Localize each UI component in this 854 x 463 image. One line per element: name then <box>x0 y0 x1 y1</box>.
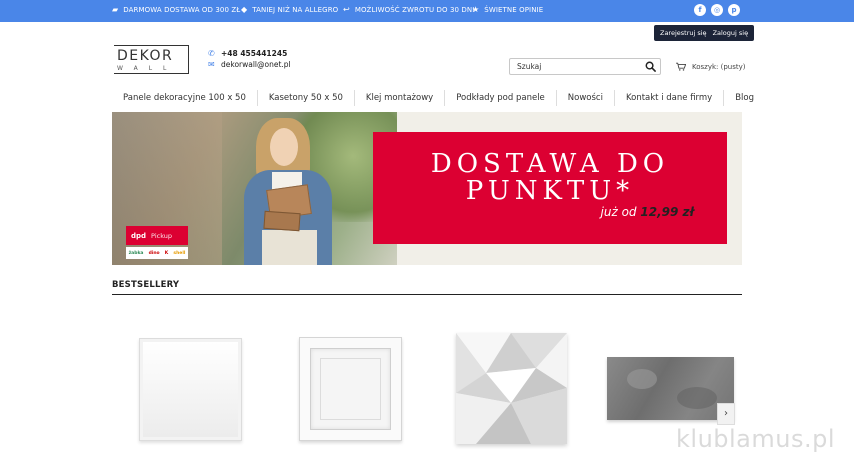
promo-price: 12,99 zł <box>640 205 694 219</box>
contact-phone[interactable]: ✆ +48 455441245 <box>208 49 287 58</box>
nav-item-blog[interactable]: Blog <box>723 90 765 106</box>
product-card[interactable] <box>456 333 567 444</box>
register-link[interactable]: Zarejestruj się <box>657 29 710 37</box>
promo-price-line: już od 12,99 zł <box>601 205 694 219</box>
nav-item-panele[interactable]: Panele dekoracyjne 100 x 50 <box>112 90 257 106</box>
banner-photo: dpd Pickup żabka dino K shell <box>112 112 397 265</box>
concrete-texture <box>677 387 717 409</box>
product-card[interactable] <box>139 338 242 441</box>
nav-item-kontakt[interactable]: Kontakt i dane firmy <box>613 90 723 106</box>
product-image-inner <box>320 358 381 420</box>
promo-box: DOSTAWA DO PUNKTU* już od 12,99 zł <box>373 132 727 244</box>
perk-label: DARMOWA DOSTAWA OD 300 ZŁ <box>123 6 241 14</box>
contact-email[interactable]: ✉ dekorwall@onet.pl <box>208 60 291 69</box>
photo-skirt <box>262 230 317 265</box>
search-input[interactable] <box>517 61 637 72</box>
partner-dino-logo: dino <box>148 250 160 256</box>
logo-line2: WALL <box>117 65 178 72</box>
auth-box: Zarejestruj się Zaloguj się <box>654 25 755 41</box>
nav-item-kasetony[interactable]: Kasetony 50 x 50 <box>256 90 354 106</box>
phone-icon: ✆ <box>208 49 215 58</box>
tag-icon: ◆ <box>241 5 248 14</box>
nav-item-nowosci[interactable]: Nowości <box>555 90 614 106</box>
cart-icon <box>676 62 686 71</box>
perk-free-delivery: ▰ DARMOWA DOSTAWA OD 300 ZŁ <box>112 5 241 15</box>
star-icon: ★ <box>472 5 480 14</box>
product-image <box>143 342 238 437</box>
dpd-logo: dpd <box>131 231 147 240</box>
promo-headline-2: PUNKTU* <box>465 176 635 206</box>
perk-label: ŚWIETNE OPINIE <box>484 6 544 14</box>
perk-reviews: ★ ŚWIETNE OPINIE <box>472 5 544 15</box>
partner-shell-logo: shell <box>173 250 186 256</box>
pinterest-icon[interactable]: p <box>728 4 740 16</box>
nav-item-podklady[interactable]: Podkłady pod panele <box>444 90 556 106</box>
product-card[interactable] <box>299 337 402 441</box>
promo-headline-1: DOSTAWA DO <box>430 149 670 179</box>
photo-face <box>270 128 298 166</box>
perk-label: MOŻLIWOŚĆ ZWROTU DO 30 DNI <box>354 6 475 14</box>
hero-banner[interactable]: dpd Pickup żabka dino K shell DOSTAWA DO… <box>112 112 742 265</box>
phone-number: +48 455441245 <box>221 49 288 58</box>
cart-label: Koszyk: (pusty) <box>692 62 746 71</box>
search-box <box>509 58 661 75</box>
perk-returns: ↩ MOŻLIWOŚĆ ZWROTU DO 30 DNI <box>343 5 475 15</box>
parcel-box-small <box>263 210 301 232</box>
top-info-bar: ▰ DARMOWA DOSTAWA OD 300 ZŁ ◆ TANIEJ NIŻ… <box>0 0 854 22</box>
product-image <box>456 333 567 444</box>
return-icon: ↩ <box>343 5 350 14</box>
watermark: klublamus.pl <box>676 425 836 453</box>
instagram-icon[interactable]: ◎ <box>711 4 723 16</box>
envelope-icon: ✉ <box>208 60 215 69</box>
perk-label: TANIEJ NIŻ NA ALLEGRO <box>252 6 339 14</box>
truck-icon: ▰ <box>112 5 119 14</box>
search-icon[interactable] <box>645 61 656 72</box>
section-divider <box>112 294 742 295</box>
partner-zabka-logo: żabka <box>128 250 144 256</box>
cart-link[interactable]: Koszyk: (pusty) <box>676 62 746 71</box>
nav-item-klej[interactable]: Klej montażowy <box>353 90 444 106</box>
pickup-label: Pickup <box>151 231 173 240</box>
product-card[interactable] <box>607 357 734 420</box>
partner-kaufland-logo: K <box>164 250 169 256</box>
partner-logos: żabka dino K shell <box>126 247 188 259</box>
concrete-texture <box>627 369 657 389</box>
site-logo[interactable]: DEKOR WALL <box>114 45 189 74</box>
dpd-pickup-badge: dpd Pickup <box>126 226 188 245</box>
login-link[interactable]: Zaloguj się <box>710 29 752 37</box>
logo-line1: DEKOR <box>117 48 176 64</box>
email-address: dekorwall@onet.pl <box>221 60 291 69</box>
perk-cheaper: ◆ TANIEJ NIŻ NA ALLEGRO <box>241 5 339 15</box>
facebook-icon[interactable]: f <box>694 4 706 16</box>
promo-prefix: już od <box>600 205 637 219</box>
main-nav: Panele dekoracyjne 100 x 50 Kasetony 50 … <box>112 86 754 110</box>
carousel-next-arrow[interactable]: › <box>717 403 735 425</box>
bestsellers-title: BESTSELLERY <box>112 280 180 290</box>
